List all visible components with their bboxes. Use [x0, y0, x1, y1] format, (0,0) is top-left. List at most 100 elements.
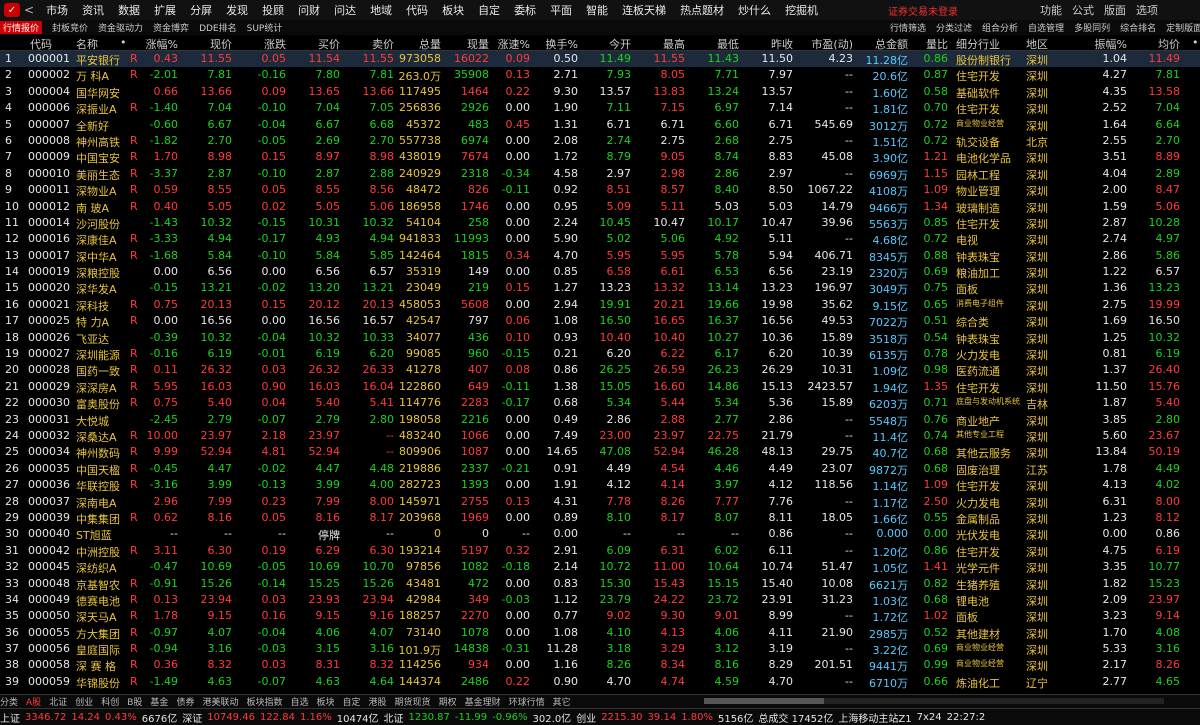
toolbar-right-5[interactable]: 综合排名	[1120, 21, 1156, 34]
category-tab-6[interactable]: 基金	[150, 695, 168, 708]
column-header-24[interactable]: •	[1192, 36, 1199, 49]
table-row[interactable]: 1 000001 平安银行 R 0.43 11.55 0.05 11.54 11.55 97305…	[0, 51, 1200, 68]
table-row[interactable]: 16 000021 深科技 R 0.75 20.13 0.15 20.12 20.13 45805…	[0, 297, 1200, 313]
table-row[interactable]: 37 000056 皇庭国际 R -0.94 3.16 -0.03 3.15 3.16 101.9…	[0, 641, 1200, 657]
menu-item-18[interactable]: 炒什么	[738, 2, 771, 18]
menu-item-15[interactable]: 智能	[586, 2, 608, 18]
category-tab-17[interactable]: 环球行情	[509, 695, 545, 708]
table-row[interactable]: 31 000042 中洲控股 R 3.11 6.30 0.19 6.29 6.30 193214 5…	[0, 543, 1200, 559]
column-header-12[interactable]: 换手%	[546, 36, 578, 52]
column-header-9[interactable]: 总量	[419, 36, 441, 52]
menu-item-16[interactable]: 连板天梯	[622, 2, 666, 18]
category-tab-15[interactable]: 期权	[439, 695, 457, 708]
menu-right-2[interactable]: 版面	[1104, 2, 1126, 18]
category-tab-1[interactable]: A股	[26, 695, 41, 708]
menu-item-19[interactable]: 挖掘机	[785, 2, 818, 18]
table-row[interactable]: 15 000020 深华发A -0.15 13.21 -0.02 13.20 13.21 230…	[0, 280, 1200, 296]
menu-item-8[interactable]: 问达	[334, 2, 356, 18]
column-header-8[interactable]: 卖价	[372, 36, 394, 52]
table-row[interactable]: 25 000034 神州数码 R 9.99 52.94 4.81 52.94 -- 809906 1…	[0, 444, 1200, 460]
table-row[interactable]: 2 000002 万 科A R -2.01 7.81 -0.16 7.80 7.81 263.0万…	[0, 67, 1200, 83]
column-header-11[interactable]: 涨速%	[498, 36, 530, 52]
table-row[interactable]: 33 000048 京基智农 R -0.91 15.26 -0.14 15.25 15.26 43…	[0, 576, 1200, 592]
toolbar-tab-3[interactable]: 资金博弈	[153, 21, 189, 34]
category-tab-12[interactable]: 自定	[343, 695, 361, 708]
back-button[interactable]: <	[24, 3, 34, 17]
column-header-4[interactable]: 涨幅%	[146, 36, 178, 52]
category-tab-14[interactable]: 期货现货	[395, 695, 431, 708]
column-header-10[interactable]: 现量	[467, 36, 489, 52]
category-tab-8[interactable]: 港美联动	[202, 695, 238, 708]
table-row[interactable]: 7 000009 中国宝安 R 1.70 8.98 0.15 8.97 8.98 438019 76…	[0, 149, 1200, 165]
toolbar-right-0[interactable]: 行情筛选	[890, 21, 926, 34]
menu-right-1[interactable]: 公式	[1072, 2, 1094, 18]
table-row[interactable]: 22 000030 富奥股份 R 0.75 5.40 0.04 5.40 5.41 114776 2…	[0, 395, 1200, 411]
table-row[interactable]: 12 000016 深康佳A R -3.33 4.94 -0.17 4.93 4.94 94183…	[0, 231, 1200, 247]
menu-item-14[interactable]: 平面	[550, 2, 572, 18]
app-logo-icon[interactable]: ✓	[4, 3, 20, 17]
column-header-13[interactable]: 今开	[609, 36, 631, 52]
toolbar-right-4[interactable]: 多股同列	[1074, 21, 1110, 34]
toolbar-tab-0[interactable]: 行情报价	[0, 21, 43, 34]
table-row[interactable]: 6 000008 神州高铁 R -1.82 2.70 -0.05 2.69 2.70 557738…	[0, 133, 1200, 149]
table-row[interactable]: 30 000040 ST旭蓝 -- -- -- 停牌 -- 0 0 -- 0.00 -- -- -- 0.86…	[0, 526, 1200, 542]
menu-item-10[interactable]: 代码	[406, 2, 428, 18]
toolbar-tab-1[interactable]: 封板竞价	[52, 21, 88, 34]
table-row[interactable]: 9 000011 深物业A R 0.59 8.55 0.05 8.55 8.56 48472 826…	[0, 182, 1200, 198]
table-row[interactable]: 38 000058 深 赛 格 R 0.36 8.32 0.03 8.31 8.32 114256…	[0, 657, 1200, 673]
toolbar-right-1[interactable]: 分类过滤	[936, 21, 972, 34]
column-header-2[interactable]: 名称	[76, 36, 98, 52]
menu-right-3[interactable]: 选项	[1136, 2, 1158, 18]
menu-item-17[interactable]: 热点题材	[680, 2, 724, 18]
table-row[interactable]: 21 000029 深深房A R 5.95 16.03 0.90 16.03 16.04 1228…	[0, 379, 1200, 395]
menu-item-9[interactable]: 地域	[370, 2, 392, 18]
column-header-6[interactable]: 涨跌	[264, 36, 286, 52]
table-row[interactable]: 14 000019 深粮控股 0.00 6.56 0.00 6.56 6.57 35319 149…	[0, 264, 1200, 280]
column-header-7[interactable]: 买价	[318, 36, 340, 52]
toolbar-tab-4[interactable]: DDE排名	[199, 21, 237, 34]
column-header-16[interactable]: 昨收	[771, 36, 793, 52]
toolbar-tab-2[interactable]: 资金驱动力	[98, 21, 143, 34]
table-row[interactable]: 17 000025 特 力A R 0.00 16.56 0.00 16.56 16.57 4254…	[0, 313, 1200, 329]
column-header-5[interactable]: 现价	[210, 36, 232, 52]
category-tab-3[interactable]: 创业	[75, 695, 93, 708]
column-header-22[interactable]: 振幅%	[1095, 36, 1127, 52]
menu-item-7[interactable]: 问财	[298, 2, 320, 18]
table-row[interactable]: 3 000004 国华网安 0.66 13.66 0.09 13.65 13.66 117495…	[0, 84, 1200, 100]
category-tab-9[interactable]: 板块指数	[246, 695, 282, 708]
table-row[interactable]: 28 000037 深南电A 2.96 7.99 0.23 7.99 8.00 145971 27…	[0, 494, 1200, 510]
table-row[interactable]: 29 000039 中集集团 R 0.62 8.16 0.05 8.16 8.17 203968 1…	[0, 510, 1200, 526]
toolbar-right-2[interactable]: 组合分析	[982, 21, 1018, 34]
table-row[interactable]: 39 000059 华锦股份 R -1.49 4.63 -0.07 4.63 4.64 14437…	[0, 674, 1200, 690]
menu-item-1[interactable]: 资讯	[82, 2, 104, 18]
column-header-20[interactable]: 细分行业	[956, 36, 1000, 52]
table-row[interactable]: 13 000017 深中华A R -1.68 5.84 -0.10 5.84 5.85 14246…	[0, 248, 1200, 264]
table-row[interactable]: 5 000007 全新好 -0.60 6.67 -0.04 6.67 6.68 45372 483…	[0, 117, 1200, 133]
table-row[interactable]: 23 000031 大悦城 -2.45 2.79 -0.07 2.79 2.80 198058 2…	[0, 412, 1200, 428]
table-row[interactable]: 27 000036 华联控股 R -3.16 3.99 -0.13 3.99 4.00 28272…	[0, 477, 1200, 493]
horizontal-scrollbar[interactable]	[704, 698, 1164, 704]
table-row[interactable]: 36 000055 方大集团 R -0.97 4.07 -0.04 4.06 4.07 73140…	[0, 625, 1200, 641]
toolbar-tab-5[interactable]: SUP统计	[247, 21, 283, 34]
scrollbar-thumb[interactable]	[704, 698, 824, 704]
category-tab-0[interactable]: 分类	[0, 695, 18, 708]
table-row[interactable]: 32 000045 深纺织A -0.47 10.69 -0.05 10.69 10.70 978…	[0, 559, 1200, 575]
column-header-23[interactable]: 均价	[1158, 36, 1180, 52]
table-row[interactable]: 34 000049 德赛电池 R 0.13 23.94 0.03 23.93 23.94 4298…	[0, 592, 1200, 608]
table-row[interactable]: 19 000027 深圳能源 R -0.16 6.19 -0.01 6.19 6.20 99085…	[0, 346, 1200, 362]
table-row[interactable]: 10 000012 南 玻A R 0.40 5.05 0.02 5.05 5.06 186958 1…	[0, 199, 1200, 215]
login-notice[interactable]: 证券交易未登录	[888, 3, 958, 18]
category-tab-4[interactable]: 科创	[101, 695, 119, 708]
menu-item-6[interactable]: 投顾	[262, 2, 284, 18]
column-header-18[interactable]: 总金额	[875, 36, 908, 52]
menu-item-2[interactable]: 数据	[118, 2, 140, 18]
category-tab-2[interactable]: 北证	[49, 695, 67, 708]
table-row[interactable]: 26 000035 中国天楹 R -0.45 4.47 -0.02 4.47 4.48 21988…	[0, 461, 1200, 477]
menu-item-13[interactable]: 委标	[514, 2, 536, 18]
menu-item-4[interactable]: 分屏	[190, 2, 212, 18]
table-row[interactable]: 20 000028 国药一致 R 0.11 26.32 0.03 26.32 26.33 4127…	[0, 362, 1200, 378]
column-header-21[interactable]: 地区	[1026, 36, 1048, 52]
column-header-1[interactable]: 代码	[30, 36, 52, 52]
table-row[interactable]: 24 000032 深桑达A R 10.00 23.97 2.18 23.97 -- 483240…	[0, 428, 1200, 444]
table-row[interactable]: 11 000014 沙河股份 -1.43 10.32 -0.15 10.31 10.32 541…	[0, 215, 1200, 231]
